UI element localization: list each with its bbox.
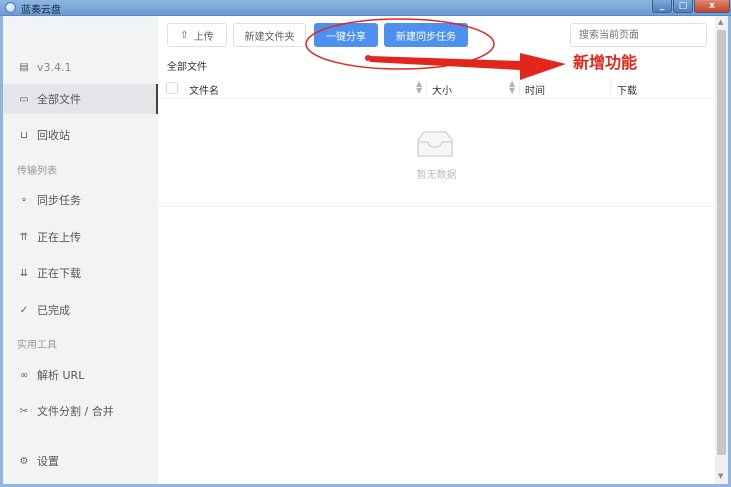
sidebar-item-settings[interactable]: ⚙ 设置 <box>3 446 158 476</box>
link-icon: ∞ <box>19 369 29 381</box>
trash-icon: ⊔ <box>20 129 28 141</box>
sidebar-item-label: 正在上传 <box>37 231 81 244</box>
sidebar-item-parse-url[interactable]: ∞ 解析 URL <box>3 360 158 390</box>
gear-icon: ⚙ <box>19 455 29 467</box>
sidebar-item-downloading[interactable]: ⇊ 正在下载 <box>3 258 158 288</box>
sidebar-item-label: 全部文件 <box>37 93 81 106</box>
section-header-tools: 实用工具 <box>17 340 57 351</box>
search-input[interactable] <box>570 23 707 47</box>
column-header-time[interactable]: 时间 <box>525 82 545 97</box>
app-icon <box>5 2 16 13</box>
upload-button[interactable]: ⇧ 上传 <box>167 23 227 47</box>
scrollbar-thumb[interactable] <box>717 30 726 455</box>
close-button[interactable]: x <box>694 0 730 13</box>
scissors-icon: ✂ <box>19 405 29 417</box>
sidebar-item-label: 回收站 <box>37 129 70 142</box>
sort-icon[interactable]: ▲ ▼ <box>416 80 422 95</box>
column-divider <box>426 81 427 95</box>
sidebar-item-split-merge[interactable]: ✂ 文件分割 / 合并 <box>3 396 158 426</box>
section-header-transfer: 传输列表 <box>17 166 57 177</box>
download-cloud-icon: ⇊ <box>19 267 29 279</box>
version-label: ▤ v3.4.1 <box>3 52 158 82</box>
main-content: ⇧ 上传 新建文件夹 一键分享 新建同步任务 全部文件 文件名 ▲▼ 大小 ▲▼… <box>158 16 715 484</box>
sidebar-item-label: 同步任务 <box>37 194 81 207</box>
scroll-down-arrow-icon[interactable]: ▼ <box>718 472 723 480</box>
sidebar-item-all-files[interactable]: ▭ 全部文件 <box>3 84 158 114</box>
new-folder-button[interactable]: 新建文件夹 <box>233 23 306 47</box>
check-circle-icon: ✓ <box>19 304 29 316</box>
window-title: 蓝奏云盘 <box>21 5 61 16</box>
sidebar-item-label: 正在下载 <box>37 267 81 280</box>
sidebar-item-recycle-bin[interactable]: ⊔ 回收站 <box>3 120 158 150</box>
sync-icon: ⚬ <box>19 194 29 206</box>
table-header: 文件名 ▲ ▼ 大小 ▲ ▼ 时间 下载 <box>158 77 715 99</box>
one-click-share-button[interactable]: 一键分享 <box>314 23 378 47</box>
sidebar-item-label: 已完成 <box>37 304 70 317</box>
column-divider <box>610 81 611 95</box>
select-all-checkbox[interactable] <box>166 82 178 94</box>
column-header-download: 下载 <box>617 86 637 97</box>
annotation-text: 新增功能 <box>573 53 638 72</box>
column-header-size[interactable]: 大小 <box>432 82 452 97</box>
sidebar-item-label: 文件分割 / 合并 <box>37 405 114 418</box>
sidebar-item-label: 解析 URL <box>37 369 85 382</box>
maximize-button[interactable]: □ <box>673 0 693 13</box>
minimize-button[interactable]: _ <box>652 0 672 13</box>
sidebar-item-uploading[interactable]: ⇈ 正在上传 <box>3 222 158 252</box>
sort-icon[interactable]: ▲ ▼ <box>509 80 515 95</box>
folder-icon: ▭ <box>19 93 29 105</box>
upload-cloud-icon: ⇈ <box>19 231 29 243</box>
empty-text: 暂无数据 <box>416 170 457 181</box>
upload-icon: ⇧ <box>180 29 189 41</box>
breadcrumb: 全部文件 <box>167 62 207 73</box>
empty-state: 暂无数据 <box>158 99 715 207</box>
sidebar-item-completed[interactable]: ✓ 已完成 <box>3 295 158 325</box>
sidebar: ▤ v3.4.1 ▭ 全部文件 ⊔ 回收站 传输列表 ⚬ 同步任务 ⇈ 正在上传… <box>3 16 158 484</box>
box-icon: ▤ <box>19 61 29 73</box>
title-bar: 蓝奏云盘 _ □ x <box>0 0 731 16</box>
new-sync-task-button[interactable]: 新建同步任务 <box>384 23 468 47</box>
column-header-filename[interactable]: 文件名 <box>189 82 219 97</box>
scroll-up-arrow-icon[interactable]: ▲ <box>718 18 723 26</box>
empty-inbox-icon <box>417 131 453 157</box>
column-divider <box>519 81 520 95</box>
vertical-scrollbar[interactable]: ▲ ▼ <box>715 16 728 484</box>
sidebar-item-sync-tasks[interactable]: ⚬ 同步任务 <box>3 185 158 215</box>
sidebar-item-label: 设置 <box>37 455 59 468</box>
